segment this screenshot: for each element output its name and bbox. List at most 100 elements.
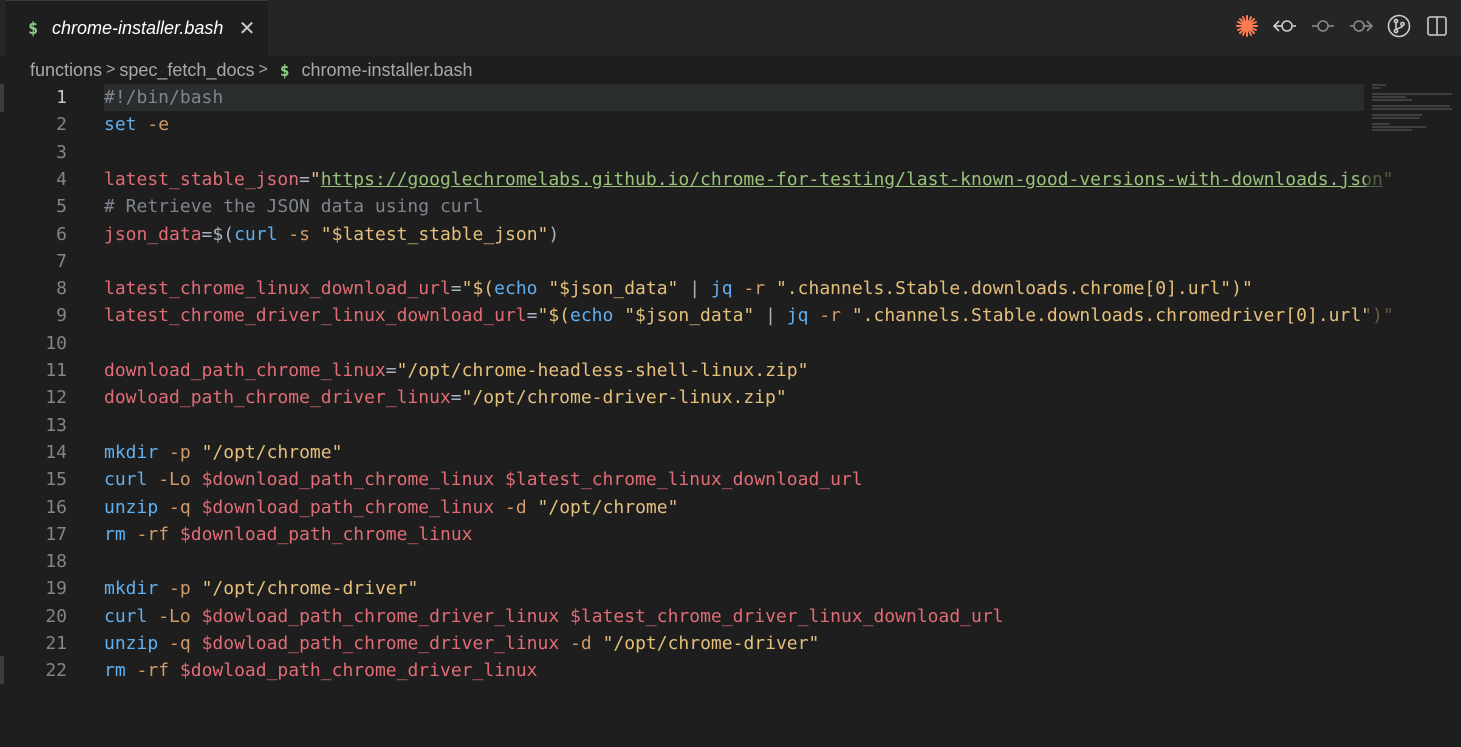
minimap-row xyxy=(1372,126,1426,128)
code-token: $dowload_path_chrome_driver_linux xyxy=(201,605,560,627)
close-icon[interactable]: ✕ xyxy=(234,15,260,41)
code-token: mkdir xyxy=(104,578,159,600)
code-editor[interactable]: 1 #!/bin/bash 2 set -e 3 4 latest_stable_json=… xyxy=(0,84,1461,747)
code-line[interactable]: 8 latest_chrome_linux_download_url="$(ech… xyxy=(0,275,1461,302)
code-text: #!/bin/bash xyxy=(104,84,223,111)
code-token: curl xyxy=(104,605,148,627)
minimap-row xyxy=(1372,123,1390,125)
line-number: 12 xyxy=(45,387,67,409)
code-token: echo xyxy=(494,278,538,300)
breadcrumb-item-file[interactable]: chrome-installer.bash xyxy=(301,60,472,81)
breadcrumb-item-functions[interactable]: functions xyxy=(30,60,102,81)
code-token: rm xyxy=(104,660,126,682)
code-line[interactable]: 10 xyxy=(0,330,1461,357)
code-line[interactable]: 12 dowload_path_chrome_driver_linux="/opt… xyxy=(0,384,1461,411)
code-token: -Lo xyxy=(158,469,191,491)
code-token: "/opt/chrome-headless-shell-linux.zip" xyxy=(396,360,809,381)
code-token: curl xyxy=(104,469,148,491)
bash-file-icon: $ xyxy=(279,60,290,80)
line-number: 7 xyxy=(56,250,67,272)
code-token: "$( xyxy=(461,278,495,300)
go-back-icon[interactable] xyxy=(1273,14,1297,38)
code-text: unzip -q $download_path_chrome_linux -d … xyxy=(104,494,678,521)
code-token: "$json_data" xyxy=(624,305,755,327)
code-line[interactable]: 14 mkdir -p "/opt/chrome" xyxy=(0,439,1461,466)
code-token: jq xyxy=(710,278,733,300)
code-token: latest_chrome_linux_download_url xyxy=(104,278,451,300)
copilot-icon[interactable] xyxy=(1235,14,1259,38)
line-number: 10 xyxy=(45,332,67,354)
code-token: echo xyxy=(570,305,614,327)
code-token: rm xyxy=(104,523,126,545)
code-token: $latest_chrome_driver_linux_download_url xyxy=(570,605,1004,627)
code-line[interactable]: 15 curl -Lo $download_path_chrome_linux $… xyxy=(0,466,1461,493)
code-line[interactable]: 22 rm -rf $dowload_path_chrome_driver_lin… xyxy=(0,657,1461,684)
line-number: 20 xyxy=(45,605,67,627)
code-line[interactable]: 13 xyxy=(0,412,1461,439)
code-text: set -e xyxy=(104,111,169,138)
code-text: # Retrieve the JSON data using curl xyxy=(104,193,483,220)
code-line[interactable]: 7 xyxy=(0,248,1461,275)
chevron-right-icon: > xyxy=(258,61,268,78)
code-token: = xyxy=(385,360,397,381)
code-token: -rf xyxy=(136,523,170,545)
code-line[interactable]: 6 json_data=$(curl -s "$latest_stable_jso… xyxy=(0,221,1461,248)
breadcrumb-item-spec-fetch-docs[interactable]: spec_fetch_docs xyxy=(119,60,254,81)
timeline-icon[interactable] xyxy=(1311,14,1335,38)
code-line[interactable]: 20 curl -Lo $dowload_path_chrome_driver_l… xyxy=(0,603,1461,630)
minimap-row xyxy=(1372,129,1412,131)
code-line[interactable]: 19 mkdir -p "/opt/chrome-driver" xyxy=(0,575,1461,602)
code-line[interactable]: 16 unzip -q $download_path_chrome_linux -… xyxy=(0,494,1461,521)
code-token: #!/bin/bash xyxy=(104,87,224,108)
code-line[interactable]: 5 # Retrieve the JSON data using curl xyxy=(0,193,1461,220)
code-token: $dowload_path_chrome_driver_linux xyxy=(201,633,560,654)
code-token: https://googlechromelabs.github.io/chrom… xyxy=(320,168,1383,190)
tab-chrome-installer[interactable]: $ chrome-installer.bash ✕ xyxy=(6,0,268,56)
code-token: "/opt/chrome" xyxy=(537,496,679,518)
source-control-icon[interactable] xyxy=(1387,14,1411,38)
tab-bar: $ chrome-installer.bash ✕ xyxy=(0,0,1461,56)
code-line[interactable]: 21 unzip -q $dowload_path_chrome_driver_l… xyxy=(0,630,1461,657)
minimap[interactable] xyxy=(1372,84,1452,144)
code-line[interactable]: 9 latest_chrome_driver_linux_download_url… xyxy=(0,302,1461,329)
code-token: " xyxy=(309,168,321,190)
code-line[interactable]: 18 xyxy=(0,548,1461,575)
line-number: 2 xyxy=(56,114,67,136)
code-token: "/opt/chrome-driver" xyxy=(201,578,419,600)
code-line[interactable]: 4 latest_stable_json="https://googlechrom… xyxy=(0,166,1461,193)
code-token: json_data xyxy=(104,223,202,245)
code-line[interactable]: 1 #!/bin/bash xyxy=(0,84,1461,111)
code-line[interactable]: 2 set -e xyxy=(0,111,1461,138)
line-number: 8 xyxy=(56,278,67,300)
minimap-row xyxy=(1372,93,1452,95)
code-token: -rf xyxy=(136,660,170,682)
chevron-right-icon: > xyxy=(106,61,116,78)
minimap-row xyxy=(1372,84,1386,86)
code-line[interactable]: 3 xyxy=(0,139,1461,166)
code-token: "/opt/chrome" xyxy=(201,441,343,463)
line-number: 16 xyxy=(45,496,67,518)
code-line[interactable]: 11 download_path_chrome_linux="/opt/chrom… xyxy=(0,357,1461,384)
code-token: -r xyxy=(743,278,766,300)
split-editor-icon[interactable] xyxy=(1425,14,1449,38)
code-token: "/opt/chrome-driver" xyxy=(602,633,820,654)
minimap-row xyxy=(1372,114,1422,116)
code-token: -s xyxy=(288,223,310,245)
code-token: unzip xyxy=(104,633,159,654)
go-forward-icon[interactable] xyxy=(1349,14,1373,38)
minimap-row xyxy=(1372,117,1420,119)
code-line[interactable]: 17 rm -rf $download_path_chrome_linux xyxy=(0,521,1461,548)
